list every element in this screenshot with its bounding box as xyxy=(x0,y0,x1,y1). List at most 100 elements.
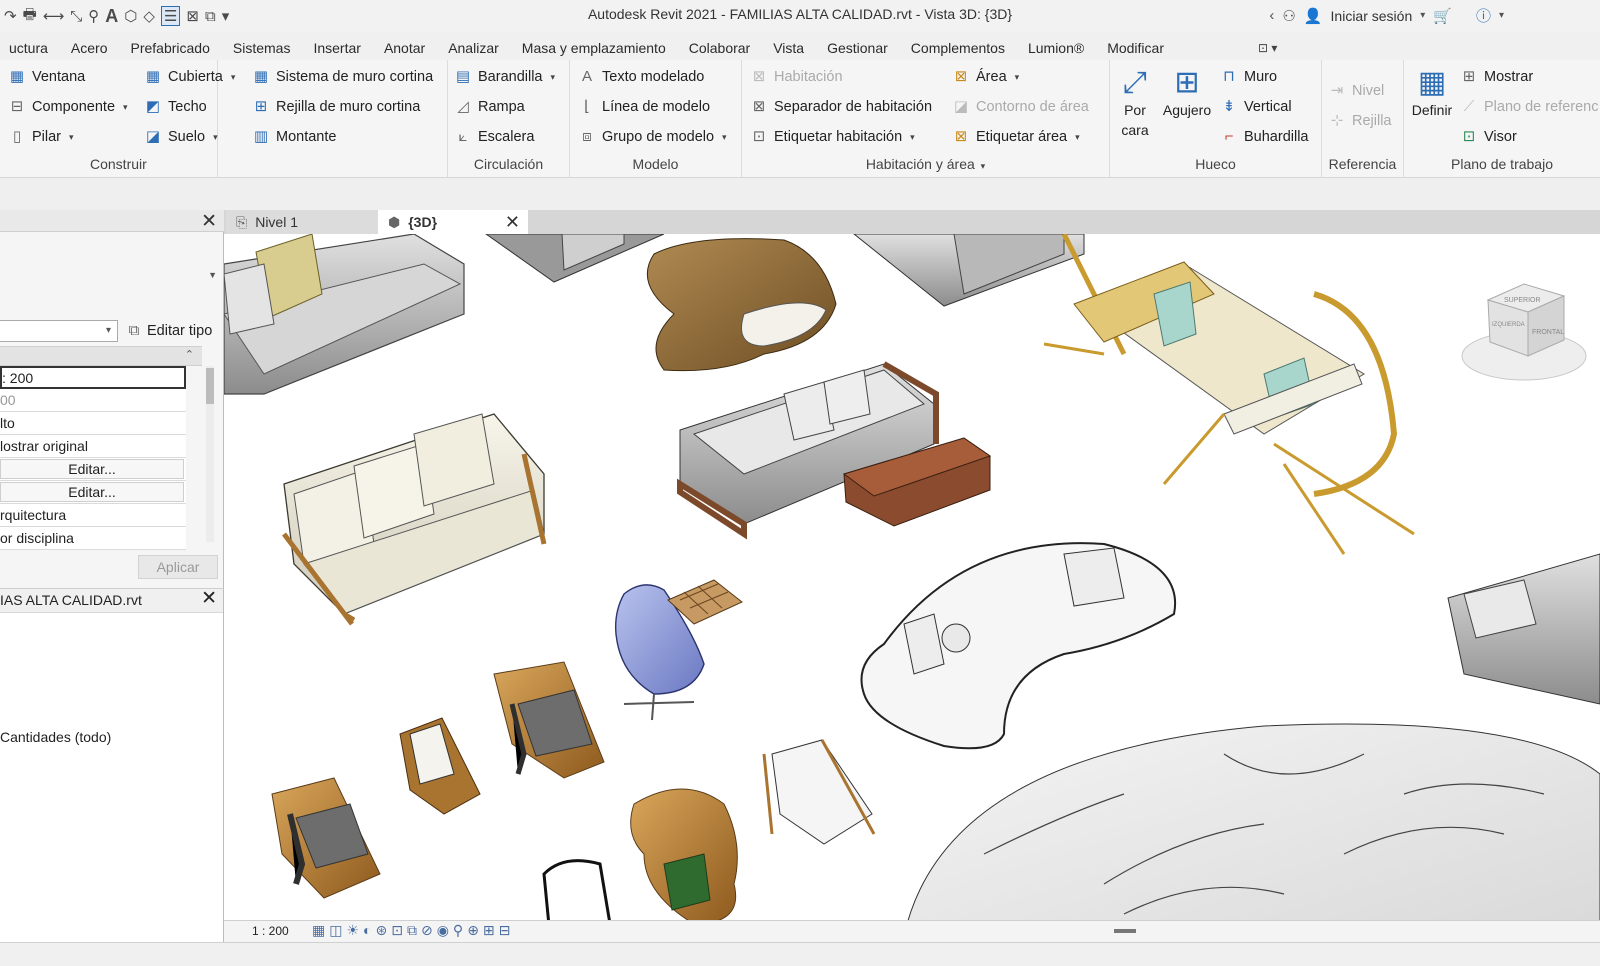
muro-hueco-button[interactable]: ⊓ Muro xyxy=(1220,68,1277,86)
cart-icon[interactable]: 🛒 xyxy=(1433,7,1452,25)
linea-modelo-button[interactable]: ⌊ Línea de modelo xyxy=(578,98,710,116)
tab-anotar[interactable]: Anotar xyxy=(371,40,435,56)
plano-referencia-button[interactable]: ⟋ Plano de referenc xyxy=(1460,98,1599,116)
visor-button[interactable]: ⊡ Visor xyxy=(1460,128,1517,146)
view-scale-label[interactable]: 1 : 200 xyxy=(252,924,289,938)
sofa-cream-three-seat[interactable] xyxy=(282,413,547,626)
ribbon-minimize-toggle[interactable]: ⊡ ▾ xyxy=(1258,41,1277,55)
tab-masa[interactable]: Masa y emplazamiento xyxy=(509,40,676,56)
sofa-grey-right-edge[interactable] xyxy=(1447,553,1600,705)
grupo-modelo-button[interactable]: ⧈ Grupo de modelo ▾ xyxy=(578,128,726,146)
crop-view-icon[interactable]: ⊡ xyxy=(391,922,403,939)
grid-group-header[interactable]: ⌃ xyxy=(0,347,202,366)
sofa-grey-top-left[interactable] xyxy=(224,234,465,395)
area-button[interactable]: ⊠ Área ▾ xyxy=(952,68,1019,86)
tab-sistemas[interactable]: Sistemas xyxy=(220,40,301,56)
visibility-edit-button[interactable]: Editar... xyxy=(0,459,184,479)
curved-sofa-white[interactable] xyxy=(860,542,1177,750)
viewcube[interactable]: SUPERIOR FRONTAL IZQUIERDA xyxy=(1461,283,1587,381)
sofa-grey-top-center[interactable] xyxy=(853,234,1085,307)
browser-item-schedules[interactable]: Cantidades (todo) xyxy=(0,729,111,745)
rejilla-button[interactable]: ⊹ Rejilla xyxy=(1328,112,1392,130)
hanging-swing-bed[interactable] xyxy=(1043,234,1415,555)
textured-rug[interactable] xyxy=(903,723,1600,936)
view-scale-field[interactable]: : 200 xyxy=(0,366,186,389)
lounge-chair-brown[interactable] xyxy=(646,238,837,372)
highlight-displacement-icon[interactable]: ⊞ xyxy=(483,922,495,939)
tab-modificar[interactable]: Modificar xyxy=(1094,40,1174,56)
scrollbar-thumb[interactable] xyxy=(206,368,214,404)
por-cara-button[interactable]: ⤢ Por cara xyxy=(1114,66,1156,140)
techo-button[interactable]: ◩ Techo xyxy=(144,98,207,116)
customize-qat-icon[interactable]: ▾ xyxy=(222,7,230,25)
redo-icon[interactable]: ↷ xyxy=(4,7,17,25)
buhardilla-button[interactable]: ⌐ Buhardilla xyxy=(1220,128,1309,146)
dimension-icon[interactable]: ⤡ xyxy=(70,8,82,25)
ventana-button[interactable]: ▦ Ventana xyxy=(8,68,85,86)
edit-type-button[interactable]: ⧉ Editar tipo xyxy=(125,322,213,340)
horizontal-scroll-indicator[interactable] xyxy=(1114,929,1136,933)
tab-gestionar[interactable]: Gestionar xyxy=(814,40,898,56)
graphic-display-edit-button[interactable]: Editar... xyxy=(0,482,184,502)
text-icon[interactable]: A xyxy=(105,6,118,27)
mostrar-button[interactable]: ⊞ Mostrar xyxy=(1460,68,1533,86)
user-icon[interactable]: 👤 xyxy=(1304,7,1323,25)
rampa-button[interactable]: ◿ Rampa xyxy=(454,98,525,116)
sistema-muro-cortina-button[interactable]: ▦ Sistema de muro cortina xyxy=(252,68,433,86)
lounge-chair-white-wood[interactable] xyxy=(762,739,876,845)
tag-icon[interactable]: ⚲ xyxy=(88,7,99,25)
section-icon[interactable]: ◇ xyxy=(143,7,155,25)
etiquetar-habitacion-button[interactable]: ⊡ Etiquetar habitación ▾ xyxy=(750,128,915,146)
color-scheme-field[interactable]: or disciplina xyxy=(0,527,186,550)
tab-prefabricado[interactable]: Prefabricado xyxy=(118,40,220,56)
tab-complementos[interactable]: Complementos xyxy=(898,40,1015,56)
tab-insertar[interactable]: Insertar xyxy=(300,40,370,56)
tab-vista[interactable]: Vista xyxy=(760,40,814,56)
thin-lines-icon[interactable]: ☰ xyxy=(160,6,181,26)
chevron-left-icon[interactable]: ‹ xyxy=(1269,7,1274,24)
panel-title-habitacion[interactable]: Habitación y área ▾ xyxy=(742,156,1109,172)
close-icon[interactable]: ✕ xyxy=(201,210,217,233)
montante-button[interactable]: ▥ Montante xyxy=(252,128,337,146)
show-crop-icon[interactable]: ⧉ xyxy=(407,922,417,939)
apply-button[interactable]: Aplicar xyxy=(138,555,218,579)
measure-icon[interactable]: ⟷ xyxy=(43,7,65,25)
tab-lumion[interactable]: Lumion® xyxy=(1015,40,1094,56)
pilar-button[interactable]: ▯ Pilar ▾ xyxy=(8,128,74,146)
agujero-button[interactable]: ⊞ Agujero xyxy=(1158,66,1216,120)
contorno-area-button[interactable]: ◪ Contorno de área xyxy=(952,98,1089,116)
view-tab-nivel-1[interactable]: ⎘ Nivel 1 xyxy=(226,210,378,234)
tab-acero[interactable]: Acero xyxy=(58,40,118,56)
texto-modelado-button[interactable]: A Texto modelado xyxy=(578,68,704,86)
separador-habitacion-button[interactable]: ⊠ Separador de habitación xyxy=(750,98,932,116)
chevron-down-icon[interactable]: ▾ xyxy=(1420,10,1425,21)
detail-level-icon[interactable]: ▦ xyxy=(312,922,325,939)
armchair-wood-grey-seat-1[interactable] xyxy=(493,661,605,779)
componente-button[interactable]: ⊟ Componente ▾ xyxy=(8,98,128,116)
rendering-icon[interactable]: ⊛ xyxy=(376,922,388,939)
temporary-hide-icon[interactable]: ◉ xyxy=(437,922,449,939)
analytical-model-icon[interactable]: ⊕ xyxy=(467,922,479,939)
sectional-sofa-with-coffee-table[interactable] xyxy=(677,361,992,540)
view-tab-3d[interactable]: ⬢ {3D} ✕ xyxy=(378,210,528,234)
close-hidden-icon[interactable]: ⊠ xyxy=(186,7,199,25)
nivel-button[interactable]: ⇥ Nivel xyxy=(1328,82,1385,100)
lock-3d-icon[interactable]: ⊘ xyxy=(421,922,433,939)
default-3d-view-icon[interactable]: ⬡ xyxy=(124,7,137,25)
properties-scrollbar[interactable] xyxy=(206,366,214,542)
type-selector-dropdown[interactable]: ▼ xyxy=(208,270,217,280)
close-icon[interactable]: ✕ xyxy=(505,212,520,233)
sign-in-button[interactable]: Iniciar sesión xyxy=(1331,8,1413,24)
discipline-field[interactable]: rquitectura xyxy=(0,504,186,527)
detail-level-field[interactable]: lto xyxy=(0,412,186,435)
definir-button[interactable]: ▦ Definir xyxy=(1406,66,1458,120)
print-icon[interactable]: 🖶 xyxy=(23,4,37,29)
rejilla-muro-cortina-button[interactable]: ⊞ Rejilla de muro cortina xyxy=(252,98,421,116)
tab-colaborar[interactable]: Colaborar xyxy=(676,40,760,56)
instance-filter-select[interactable]: ▾ xyxy=(0,320,118,342)
visual-style-icon[interactable]: ◫ xyxy=(329,922,342,939)
help-icon[interactable]: ⓘ xyxy=(1476,5,1491,26)
armchair-wood-white-cushion[interactable] xyxy=(399,717,481,815)
3d-viewport[interactable]: SUPERIOR FRONTAL IZQUIERDA xyxy=(224,234,1600,936)
sun-path-icon[interactable]: ☀ xyxy=(346,922,359,939)
